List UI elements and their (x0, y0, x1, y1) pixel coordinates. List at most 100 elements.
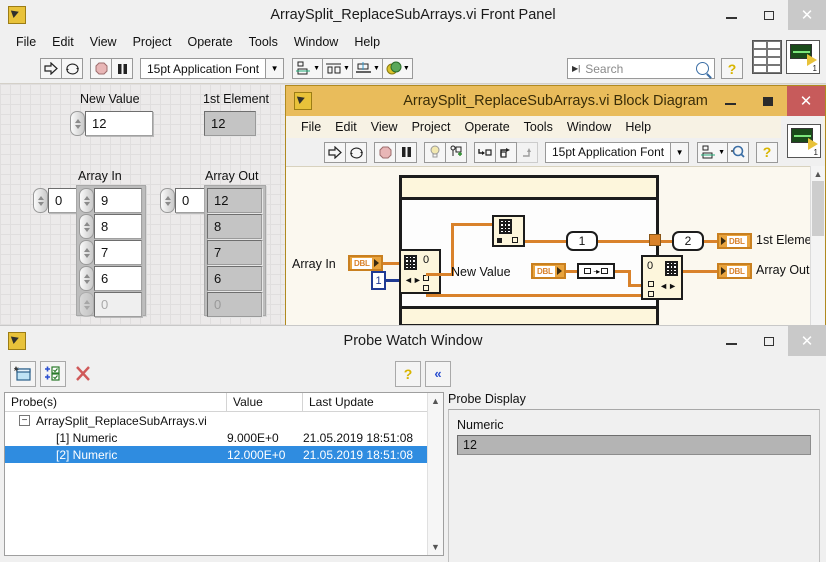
run-continuous-icon[interactable] (61, 58, 83, 79)
table-row[interactable]: − ArraySplit_ReplaceSubArrays.vi (5, 412, 443, 429)
menu-item-help[interactable]: Help (346, 33, 388, 51)
menu-item-operate[interactable]: Operate (457, 118, 516, 136)
menu-item-view[interactable]: View (364, 118, 405, 136)
clean-up-diagram-icon[interactable] (727, 141, 750, 163)
vi-icon[interactable]: 1 (786, 39, 820, 74)
block-diagram-vertical-scrollbar[interactable]: ▲ (810, 166, 825, 329)
minimize-button[interactable] (712, 326, 750, 356)
array-in-elem-1-increment[interactable] (79, 214, 94, 239)
abort-execution-icon[interactable] (90, 58, 112, 79)
menu-item-operate[interactable]: Operate (179, 33, 240, 51)
table-row[interactable]: [2] Numeric 12.000E+0 21.05.2019 18:51:0… (5, 446, 443, 463)
step-into-icon[interactable] (474, 141, 496, 163)
search-icon[interactable] (696, 62, 709, 75)
close-button[interactable]: ✕ (788, 0, 826, 30)
pause-icon[interactable] (111, 58, 133, 79)
add-probe-icon[interactable] (40, 360, 66, 387)
array-in-element-1[interactable]: 8 (94, 214, 142, 239)
wire-index-out-a[interactable] (525, 240, 567, 243)
expander-icon[interactable]: − (19, 415, 30, 426)
menu-item-view[interactable]: View (82, 33, 125, 51)
chevron-down-icon[interactable]: ▼ (671, 141, 690, 163)
collapse-panel-icon[interactable]: « (425, 360, 451, 387)
array-in-elem-2-increment[interactable] (79, 240, 94, 265)
probe-table-vertical-scrollbar[interactable]: ▲ ▼ (427, 393, 443, 555)
minimize-button[interactable] (711, 86, 749, 116)
distribute-objects-icon[interactable]: ▼ (322, 58, 353, 79)
new-value-increment[interactable] (70, 111, 85, 136)
close-button[interactable]: ✕ (788, 326, 826, 356)
table-row[interactable]: [1] Numeric 9.000E+0 21.05.2019 18:51:08 (5, 429, 443, 446)
vi-icon[interactable]: 1 (787, 124, 821, 158)
resize-objects-icon[interactable]: ▼ (351, 58, 383, 79)
array-in-element-0[interactable]: 9 (94, 188, 142, 213)
array-in-elem-4-increment[interactable] (79, 292, 94, 317)
block-diagram-canvas[interactable]: Array In DBL 0 ◄► 1 1 2 DBL 1st Element … (286, 166, 825, 329)
highlight-execution-bulb-icon[interactable] (424, 141, 446, 163)
step-over-icon[interactable] (495, 141, 517, 163)
menu-item-help[interactable]: Help (618, 118, 658, 136)
maximize-button[interactable] (750, 0, 788, 30)
array-in-index-input[interactable]: 0 (48, 188, 78, 213)
wire-to-first-element[interactable] (704, 240, 718, 243)
run-arrow-icon[interactable] (324, 141, 346, 163)
menu-item-project[interactable]: Project (125, 33, 180, 51)
context-help-icon[interactable]: ? (721, 58, 743, 79)
delete-probe-icon[interactable] (70, 361, 96, 387)
scroll-up-icon[interactable]: ▲ (811, 166, 825, 181)
wire-index-out-b[interactable] (598, 240, 650, 243)
new-value-terminal[interactable]: DBL (531, 263, 566, 279)
build-array-node[interactable]: ··▸ (577, 263, 615, 279)
scroll-down-icon[interactable]: ▼ (428, 539, 443, 555)
output-tunnel[interactable] (649, 234, 661, 246)
reorder-icon[interactable]: ▼ (381, 58, 413, 79)
wire-split-top-c[interactable] (451, 223, 493, 226)
close-button[interactable]: ✕ (787, 86, 825, 116)
chevron-down-icon[interactable]: ▼ (266, 58, 285, 79)
first-element-terminal[interactable]: DBL (717, 233, 752, 249)
split-array-node[interactable]: 0 ◄► (399, 249, 441, 294)
menu-item-file[interactable]: File (294, 118, 328, 136)
probe-table[interactable]: Probe(s) Value Last Update − ArraySplit_… (4, 392, 444, 556)
run-continuous-icon[interactable] (345, 141, 367, 163)
index-array-node[interactable] (492, 215, 525, 247)
probe-tag-2[interactable]: 2 (672, 231, 704, 251)
array-in-elem-3-increment[interactable] (79, 266, 94, 291)
align-objects-icon[interactable]: ▼ (292, 58, 324, 79)
probe-tag-1[interactable]: 1 (566, 231, 598, 251)
maximize-button[interactable] (749, 86, 787, 116)
menu-item-window[interactable]: Window (560, 118, 618, 136)
new-value-input[interactable]: 12 (85, 111, 153, 136)
pause-icon[interactable] (395, 141, 417, 163)
numeric-constant-1[interactable]: 1 (371, 271, 386, 290)
replace-subarray-node[interactable]: 0 ◄► (641, 255, 683, 300)
array-in-element-2[interactable]: 7 (94, 240, 142, 265)
menu-item-tools[interactable]: Tools (517, 118, 560, 136)
connector-pane[interactable] (752, 39, 782, 74)
search-dropdown-icon[interactable]: ▶| (572, 64, 580, 73)
wire-constant[interactable] (386, 279, 399, 282)
menu-item-edit[interactable]: Edit (44, 33, 82, 51)
array-in-element-4[interactable]: 0 (94, 292, 142, 317)
array-out-terminal[interactable]: DBL (717, 263, 752, 279)
context-help-icon[interactable]: ? (395, 360, 421, 387)
wire-split-top-a[interactable] (426, 273, 454, 276)
maximize-button[interactable] (750, 326, 788, 356)
column-header-value[interactable]: Value (227, 393, 303, 411)
wire-build-out-c[interactable] (628, 284, 642, 287)
new-probe-icon[interactable] (10, 360, 36, 387)
scrollbar-thumb[interactable] (812, 181, 824, 236)
font-selector[interactable]: 15pt Application Font (140, 58, 267, 79)
align-objects-icon[interactable]: ▼ (697, 141, 729, 163)
menu-item-file[interactable]: File (8, 33, 44, 51)
menu-item-tools[interactable]: Tools (241, 33, 286, 51)
minimize-button[interactable] (712, 0, 750, 30)
wire-split-bottom[interactable] (426, 294, 642, 297)
abort-execution-icon[interactable] (374, 141, 396, 163)
column-header-last-update[interactable]: Last Update (303, 393, 423, 411)
search-input[interactable]: ▶| Search (567, 58, 715, 79)
retain-wire-values-icon[interactable] (445, 141, 467, 163)
array-in-terminal[interactable]: DBL (348, 255, 383, 271)
context-help-icon[interactable]: ? (756, 141, 779, 163)
array-in-elem-0-increment[interactable] (79, 188, 94, 213)
